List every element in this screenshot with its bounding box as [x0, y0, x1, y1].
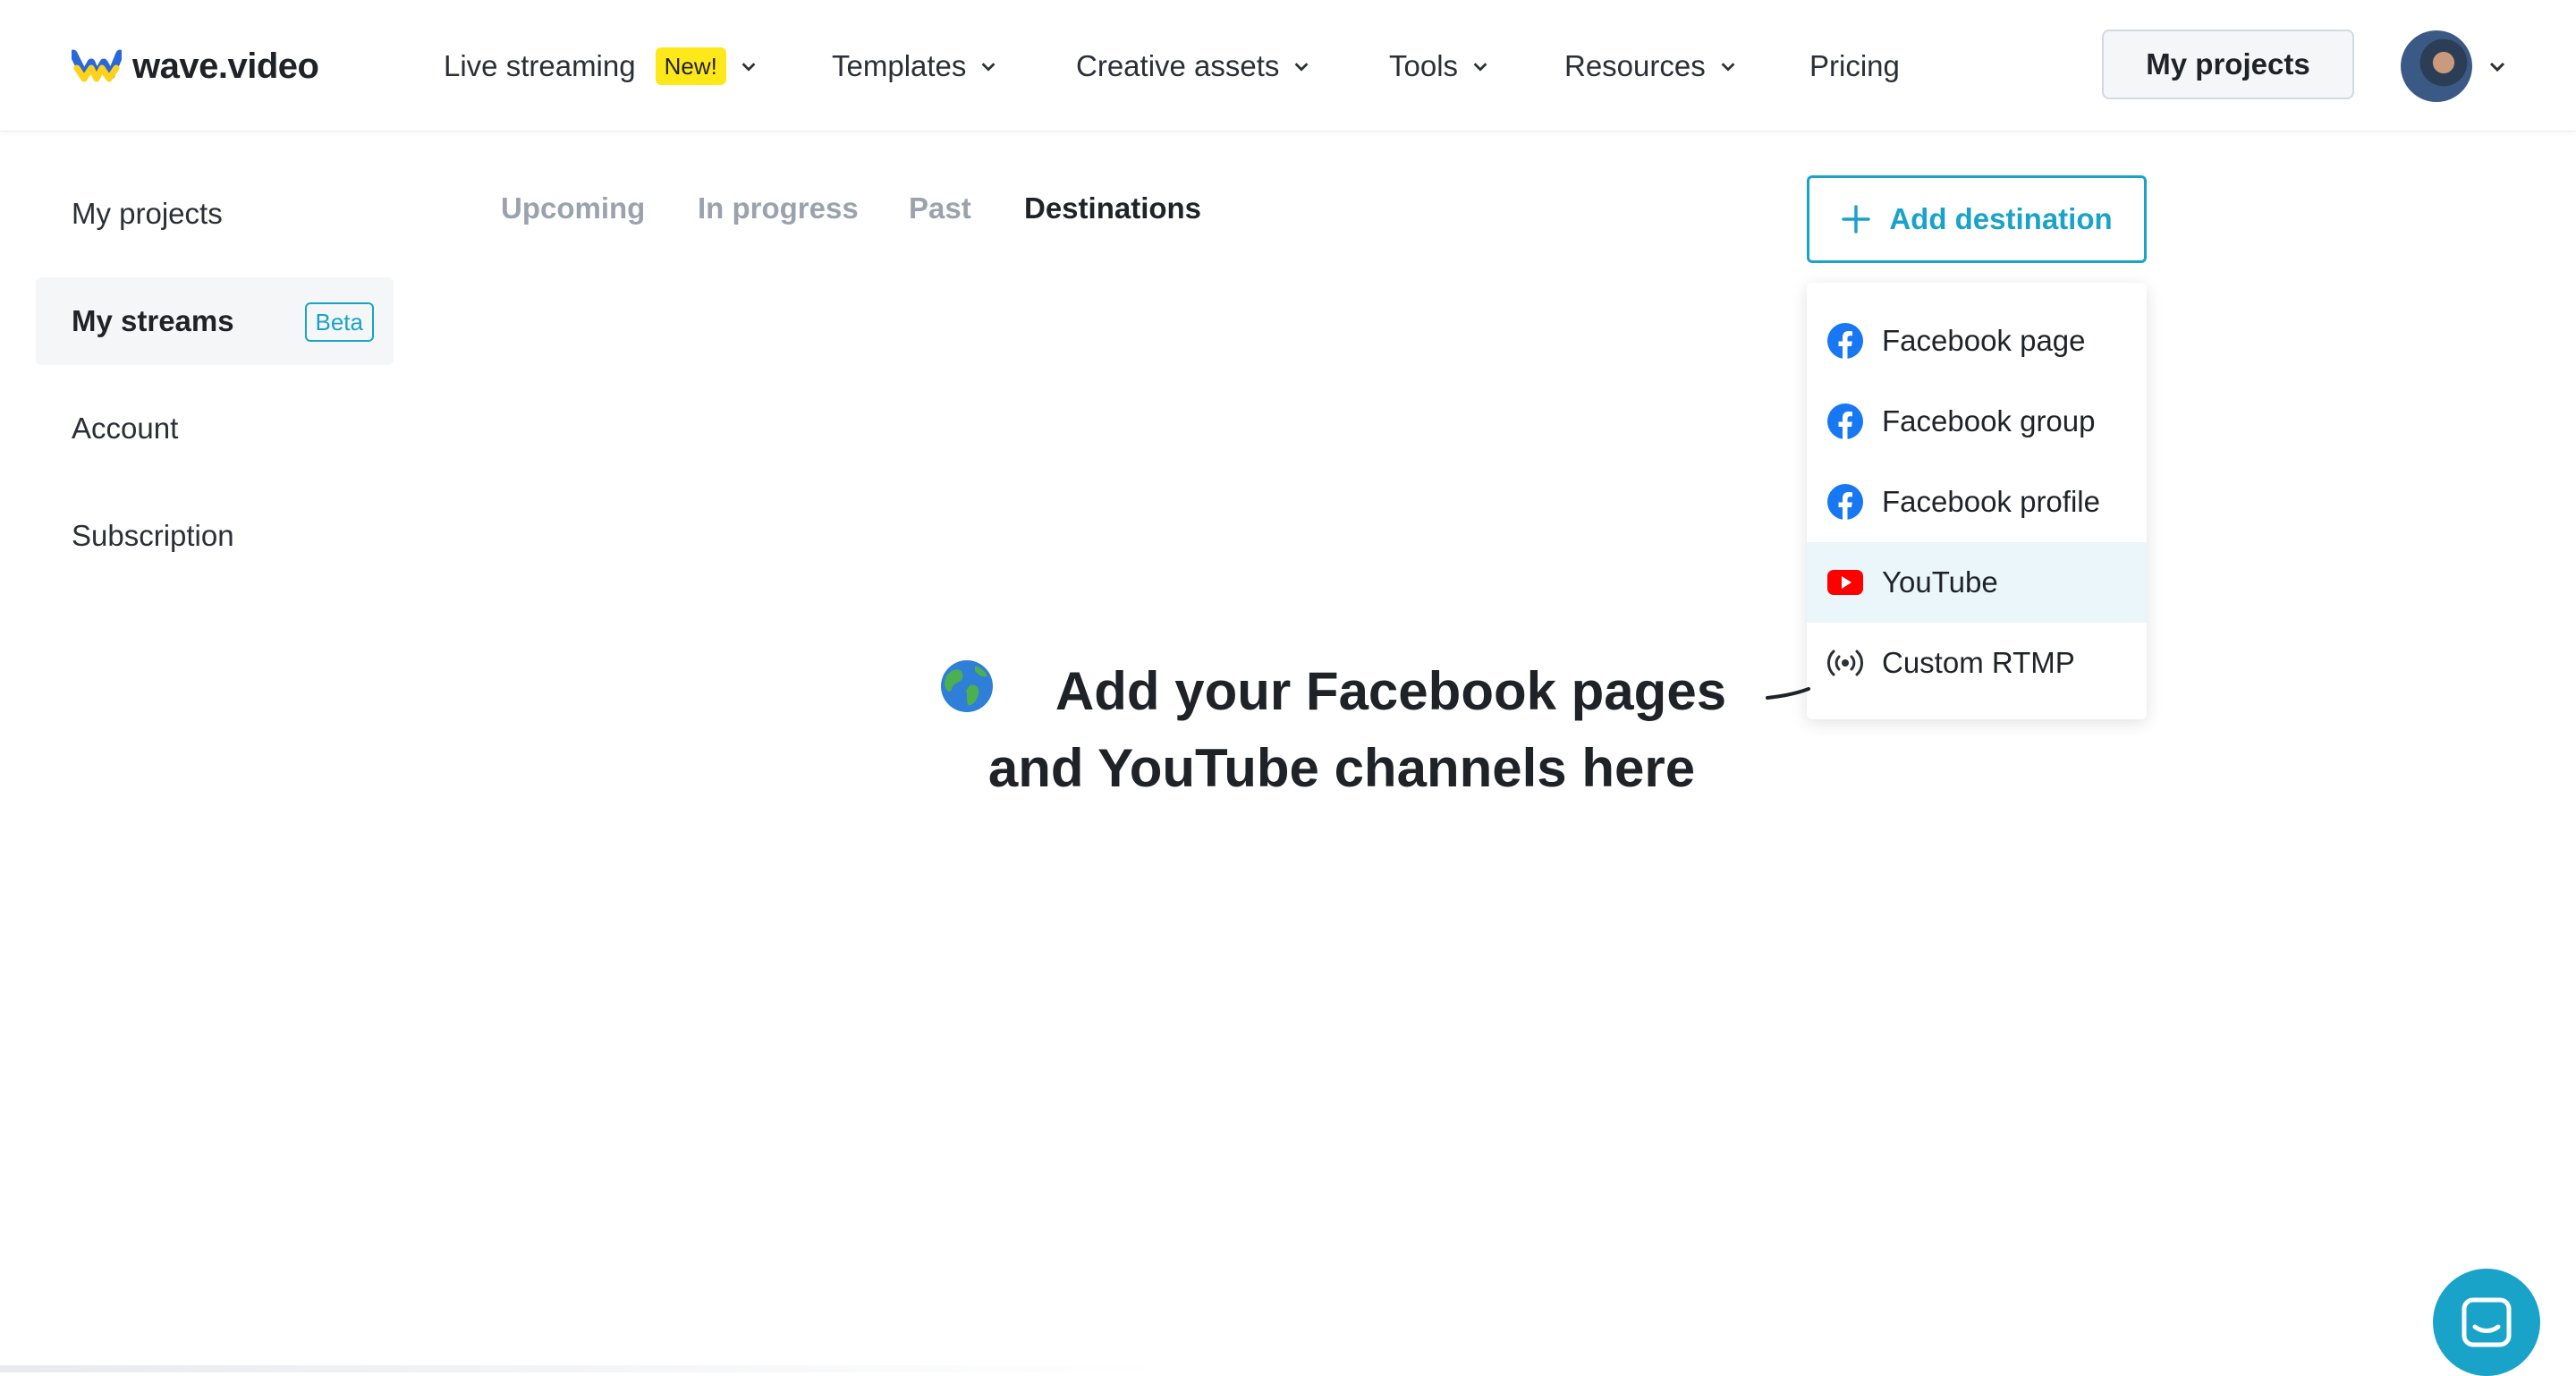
nav-templates[interactable]: Templates: [832, 43, 998, 89]
nav-live-streaming[interactable]: Live streaming New!: [444, 43, 758, 89]
menu-item-facebook-profile[interactable]: Facebook profile: [1807, 462, 2147, 542]
chevron-down-icon: [1473, 63, 1487, 72]
chevron-down-icon[interactable]: [2487, 55, 2508, 77]
nav-templates-label: Templates: [832, 49, 967, 82]
sidebar-item-label: Subscription: [72, 519, 234, 552]
menu-item-facebook-group[interactable]: Facebook group: [1807, 381, 2147, 462]
plus-icon: [1842, 205, 1871, 234]
sidebar-item-account[interactable]: Account: [36, 385, 394, 472]
tab-upcoming[interactable]: Upcoming: [501, 191, 645, 225]
empty-state-line-1: Add your Facebook pages: [1055, 661, 1727, 721]
chat-widget-button[interactable]: [2433, 1269, 2540, 1376]
wave-logo-icon: [72, 49, 122, 82]
menu-item-label: Facebook group: [1882, 404, 2096, 437]
add-destination-button[interactable]: Add destination: [1807, 175, 2147, 263]
nav-pricing-label: Pricing: [1809, 49, 1900, 82]
chat-icon: [2462, 1297, 2512, 1347]
sidebar-item-label: Account: [72, 412, 179, 445]
menu-item-label: Facebook profile: [1882, 485, 2100, 518]
top-header: wave.video Live streaming New! Templates…: [0, 0, 2576, 132]
sidebar-item-my-streams[interactable]: My streams Beta: [36, 277, 394, 365]
sidebar-item-subscription[interactable]: Subscription: [36, 492, 394, 580]
nav-resources-label: Resources: [1564, 49, 1706, 82]
chevron-down-icon: [1295, 63, 1309, 72]
nav-pricing[interactable]: Pricing: [1809, 43, 1900, 89]
nav-resources[interactable]: Resources: [1564, 43, 1738, 89]
tab-in-progress[interactable]: In progress: [698, 191, 859, 225]
youtube-icon: [1827, 570, 1863, 595]
broadcast-icon: [1827, 650, 1863, 676]
menu-item-label: Custom RTMP: [1882, 646, 2075, 679]
menu-item-youtube[interactable]: YouTube: [1807, 542, 2147, 623]
avatar[interactable]: [2401, 30, 2472, 102]
nav-creative-assets[interactable]: Creative assets: [1076, 43, 1311, 89]
pointer-arrow-icon: [1766, 687, 1810, 700]
brand-name: wave.video: [132, 46, 319, 86]
beta-badge: Beta: [304, 302, 374, 342]
empty-state-line-2: and YouTube channels here: [987, 738, 1696, 798]
sidebar-item-label: My streams: [72, 304, 234, 337]
menu-item-custom-rtmp[interactable]: Custom RTMP: [1807, 623, 2147, 703]
nav-live-streaming-label: Live streaming: [444, 49, 636, 82]
tab-destinations[interactable]: Destinations: [1024, 191, 1201, 225]
menu-item-facebook-page[interactable]: Facebook page: [1807, 301, 2147, 381]
sidebar-item-my-projects[interactable]: My projects: [36, 170, 394, 258]
sidebar-item-label: My projects: [72, 197, 223, 230]
chevron-down-icon: [982, 63, 996, 72]
destination-dropdown-menu: Facebook page Facebook group Facebook pr…: [1807, 283, 2147, 719]
add-destination-label: Add destination: [1889, 202, 2113, 235]
new-badge: New!: [655, 47, 726, 85]
nav-creative-assets-label: Creative assets: [1076, 49, 1280, 82]
menu-item-label: Facebook page: [1882, 324, 2086, 357]
nav-tools[interactable]: Tools: [1389, 43, 1490, 89]
facebook-icon: [1827, 484, 1863, 520]
tab-past[interactable]: Past: [909, 191, 971, 225]
empty-state-message: Add your Facebook pages and YouTube chan…: [930, 653, 1753, 807]
my-projects-button[interactable]: My projects: [2102, 30, 2354, 99]
bottom-edge-shadow: [0, 1365, 1163, 1372]
chevron-down-icon: [741, 63, 756, 72]
facebook-icon: [1827, 403, 1863, 439]
nav-tools-label: Tools: [1389, 49, 1459, 82]
menu-item-label: YouTube: [1882, 565, 1998, 599]
brand-logo[interactable]: wave.video: [72, 46, 319, 86]
facebook-icon: [1827, 323, 1863, 359]
chevron-down-icon: [1721, 63, 1735, 72]
